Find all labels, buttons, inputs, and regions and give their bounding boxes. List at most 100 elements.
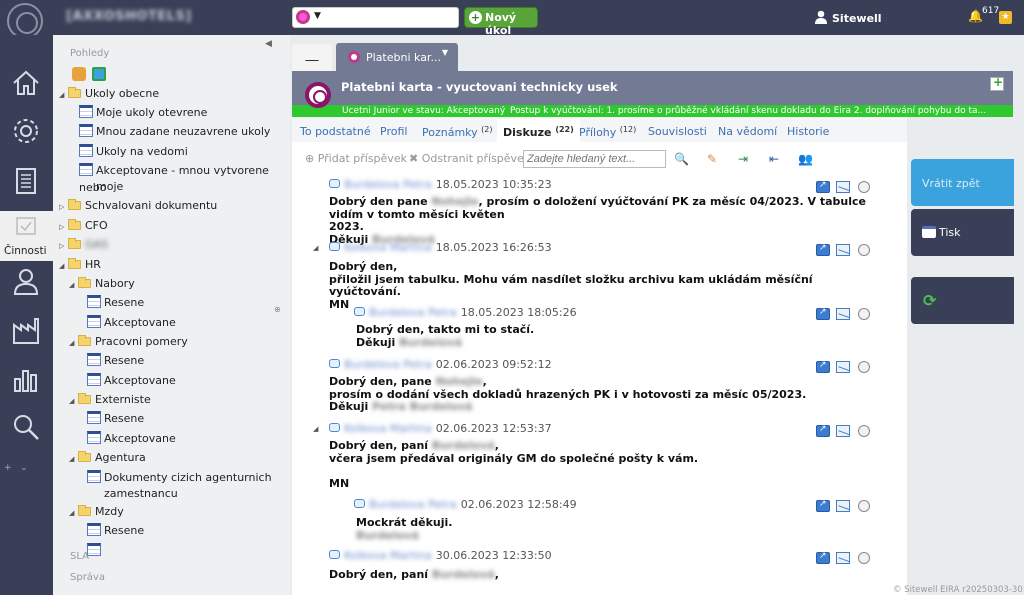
tab-discussion[interactable]: Diskuze (22): [497, 119, 580, 142]
logo-icon[interactable]: [7, 3, 43, 39]
print-button[interactable]: Tisk: [911, 209, 1014, 256]
mail-icon[interactable]: [836, 500, 850, 512]
user-icon[interactable]: [10, 265, 42, 297]
export-icon[interactable]: ⇥: [736, 152, 750, 166]
add-related-icon[interactable]: [990, 75, 1004, 91]
mail-icon[interactable]: [836, 425, 850, 437]
tree-folder[interactable]: ▷ Schvalovani dokumentu: [59, 197, 217, 216]
reply-icon[interactable]: [858, 308, 870, 320]
mail-icon[interactable]: [836, 552, 850, 564]
tree-view[interactable]: Resene: [87, 522, 144, 539]
tree-folder[interactable]: ◢ Nabory: [69, 275, 135, 294]
tab-watchers[interactable]: Na vědomí: [718, 125, 777, 138]
tab-history[interactable]: Historie: [787, 125, 829, 138]
reply-icon[interactable]: [858, 361, 870, 373]
tree-folder[interactable]: ▷ CFO: [59, 217, 108, 236]
factory-icon[interactable]: [10, 315, 42, 347]
tree-view[interactable]: Resene: [87, 294, 144, 311]
notification-count: 617: [982, 6, 1000, 16]
status-state: Ucetni Junior ve stavu: Akceptovaný: [342, 106, 506, 116]
reply-icon[interactable]: [858, 500, 870, 512]
tab-relations[interactable]: Souvislosti: [648, 125, 707, 138]
chevron-down-icon[interactable]: ▼: [314, 11, 321, 21]
manage-views-icon[interactable]: [92, 67, 106, 81]
tree-folder[interactable]: ◢ Agentura: [69, 449, 146, 468]
clear-filter-icon[interactable]: ✎: [705, 152, 719, 166]
tree-view-continued[interactable]: moje: [96, 178, 123, 195]
tree-folder[interactable]: ▷ GAS: [59, 236, 108, 255]
tree-view[interactable]: Akceptovane: [87, 314, 176, 331]
import-icon[interactable]: ⇤: [767, 152, 781, 166]
tree-folder[interactable]: ◢ Externiste: [69, 391, 151, 410]
collapse-thread-icon[interactable]: ◢: [313, 425, 318, 433]
post-body: Dobrý den pane Nohejle, prosím o doložen…: [329, 195, 870, 246]
settings-icon[interactable]: [10, 115, 42, 147]
quick-search-select[interactable]: ▼: [292, 7, 459, 28]
tree-view[interactable]: Dokumenty cizich agenturnich: [87, 469, 272, 486]
open-icon[interactable]: [816, 307, 830, 320]
add-post-button[interactable]: ⊕ Přidat příspěvek: [305, 152, 407, 165]
tree-view[interactable]: Resene: [87, 352, 144, 369]
open-icon[interactable]: [816, 243, 830, 256]
tab-attachments[interactable]: Přílohy (12): [579, 125, 636, 139]
mail-icon[interactable]: [836, 308, 850, 320]
search-icon[interactable]: 🔍: [674, 152, 689, 166]
sla-heading[interactable]: SLA: [70, 551, 89, 562]
tree-view[interactable]: Moje ukoly otevrene: [79, 104, 207, 121]
open-icon[interactable]: [816, 551, 830, 564]
bell-icon[interactable]: 🔔: [968, 9, 983, 23]
splitter-handle[interactable]: ⊕: [274, 305, 281, 314]
search-icon[interactable]: [10, 411, 42, 443]
tree-folder[interactable]: ◢ HR: [59, 256, 101, 275]
post-header: Burdelova Petra 02.06.2023 12:58:49: [354, 498, 577, 511]
return-button[interactable]: Vrátit zpět: [911, 159, 1014, 206]
reply-icon[interactable]: [858, 181, 870, 193]
open-icon[interactable]: [816, 499, 830, 512]
tree-folder[interactable]: ◢ Ukoly obecne: [59, 85, 159, 104]
mail-icon[interactable]: [836, 181, 850, 193]
tree-view[interactable]: Akceptovane: [87, 430, 176, 447]
admin-heading[interactable]: Správa: [70, 572, 105, 583]
mail-icon[interactable]: [836, 361, 850, 373]
star-icon[interactable]: ★: [999, 11, 1012, 24]
tab-notes[interactable]: Poznámky (2): [422, 125, 493, 139]
reply-icon[interactable]: [858, 244, 870, 256]
open-icon[interactable]: [816, 180, 830, 193]
remove-post-button[interactable]: ✖ Odstranit příspěvek: [409, 152, 530, 165]
view-icon: [79, 163, 93, 176]
tree-folder[interactable]: ◢ Pracovni pomery: [69, 333, 188, 352]
open-icon[interactable]: [816, 424, 830, 437]
tree-view[interactable]: Mnou zadane neuzavrene ukoly: [79, 123, 270, 140]
tree-view-continued[interactable]: zamestnancu: [104, 485, 178, 502]
post-header: Kolkova Martina 18.05.2023 16:26:53: [329, 241, 552, 254]
tab-overview[interactable]: To podstatné: [300, 125, 371, 138]
mail-icon[interactable]: [836, 244, 850, 256]
tab-payment-card[interactable]: Platebni kar... ▼: [336, 43, 458, 71]
users-icon[interactable]: 👥: [798, 152, 813, 166]
tree-view[interactable]: [87, 542, 104, 559]
chevron-down-icon[interactable]: ▼: [442, 48, 448, 57]
tree-view[interactable]: Resene: [87, 410, 144, 427]
add-view-icon[interactable]: [72, 67, 86, 81]
reply-icon[interactable]: [858, 425, 870, 437]
tab-blank[interactable]: __: [292, 44, 332, 71]
folder-icon: [68, 238, 81, 249]
new-task-button[interactable]: + Nový úkol: [464, 7, 538, 37]
user-menu[interactable]: Sitewell: [815, 10, 882, 25]
tree-view[interactable]: Ukoly na vedomi: [79, 143, 188, 160]
home-icon[interactable]: [10, 67, 42, 99]
reply-icon[interactable]: [858, 552, 870, 564]
collapse-panel-icon[interactable]: ◀: [265, 39, 272, 49]
top-bar: [AXXOSHOTELS] ▼ + Nový úkol Sitewell 🔔 6…: [0, 0, 1024, 39]
tree-folder[interactable]: ◢ Mzdy: [69, 503, 124, 522]
refresh-button[interactable]: ⟳: [911, 277, 1014, 324]
folder-icon: [68, 199, 81, 210]
collapse-thread-icon[interactable]: ◢: [313, 244, 318, 252]
document-icon[interactable]: [10, 165, 42, 197]
tree-view[interactable]: Akceptovane: [87, 372, 176, 389]
open-icon[interactable]: [816, 360, 830, 373]
chart-icon[interactable]: [10, 363, 42, 395]
more-icon[interactable]: + ⌄: [4, 463, 28, 473]
search-input[interactable]: [523, 150, 666, 168]
tab-profile[interactable]: Profil: [380, 125, 407, 138]
